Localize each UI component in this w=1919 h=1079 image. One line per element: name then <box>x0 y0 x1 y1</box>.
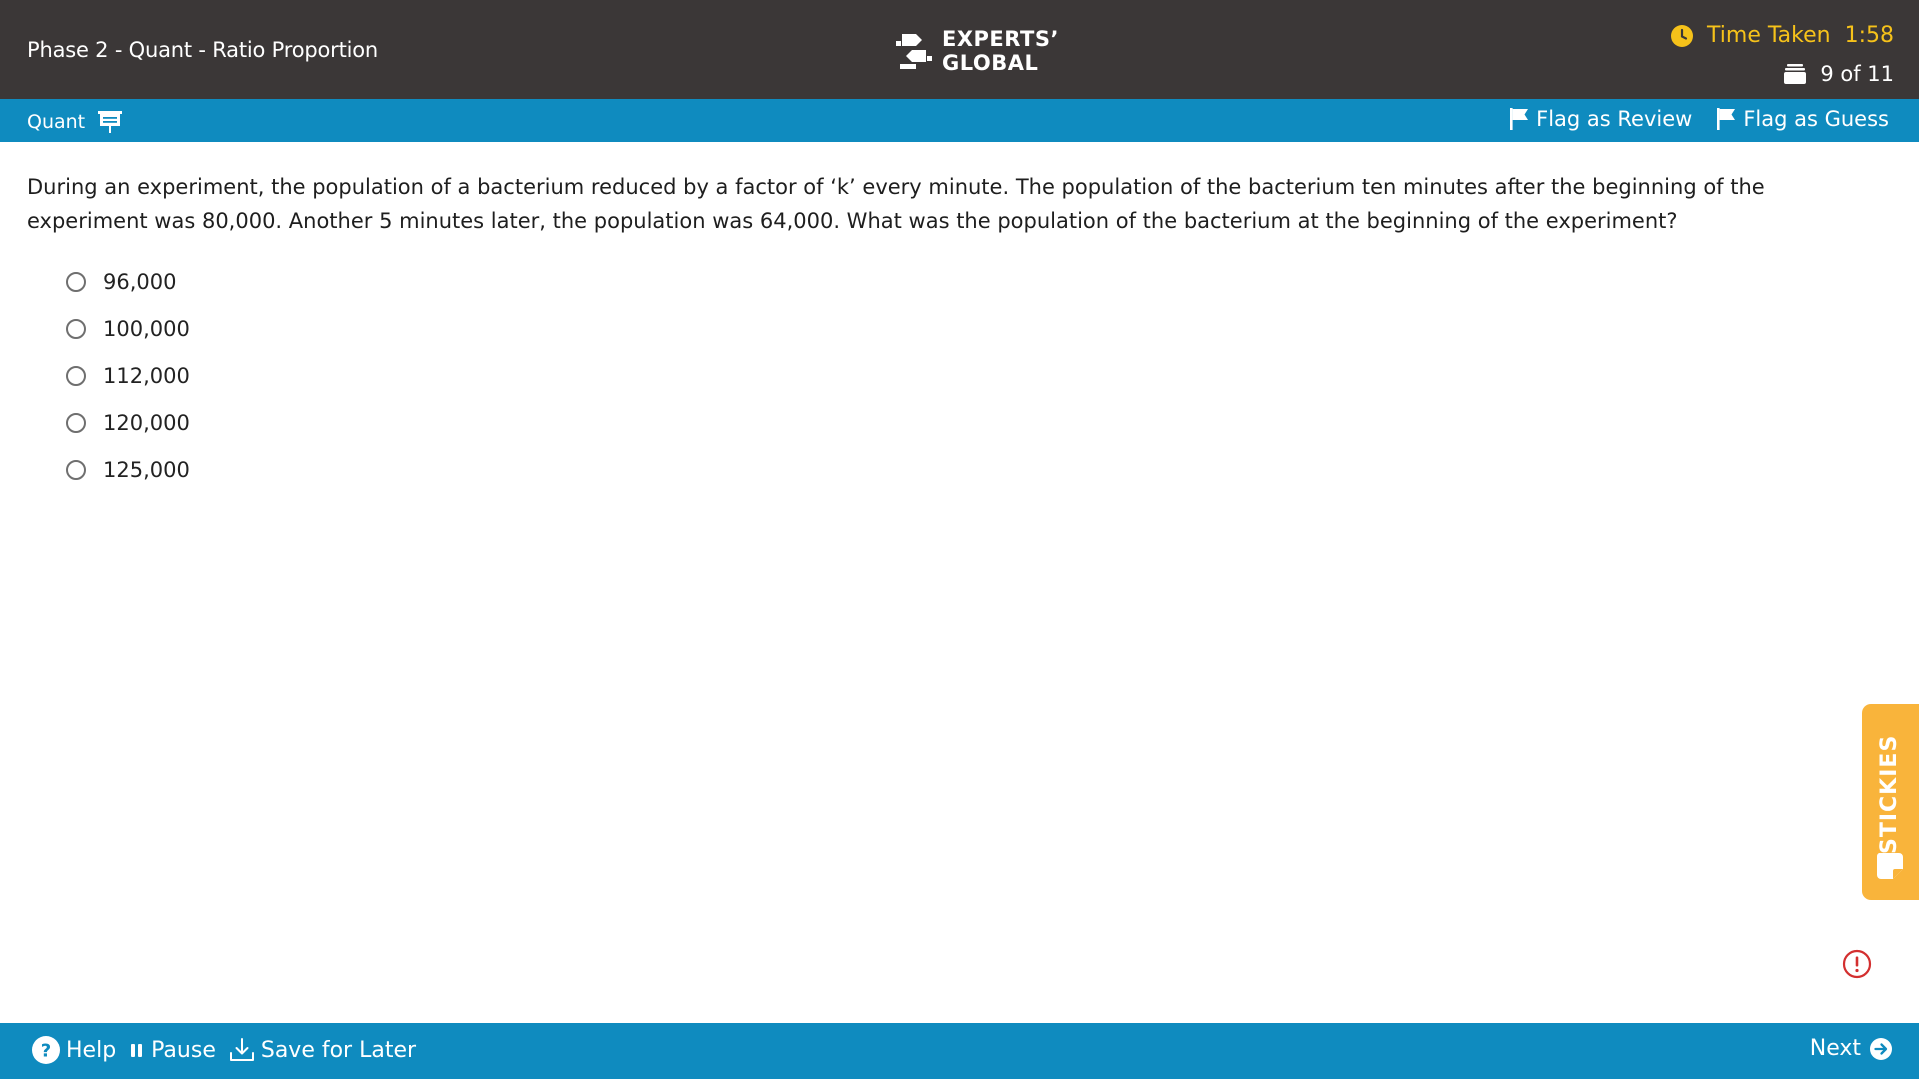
clock-icon <box>1671 24 1694 47</box>
flag-as-review-button[interactable]: Flag as Review <box>1510 107 1692 131</box>
logo-line-2: GLOBAL <box>942 51 1039 75</box>
option-label: 96,000 <box>103 269 177 294</box>
option-label: 125,000 <box>103 457 190 482</box>
experts-global-logo: EXPERTS’ GLOBAL <box>896 27 1059 75</box>
svg-text:?: ? <box>41 1041 51 1062</box>
radio-button[interactable] <box>66 412 86 433</box>
radio-button[interactable] <box>66 365 86 386</box>
top-bar: Phase 2 - Quant - Ratio Proportion EXPER… <box>0 0 1919 99</box>
footer-actions: ? Help Pause Save for Later <box>32 1036 416 1064</box>
save-for-later-button[interactable]: Save for Later <box>229 1037 416 1063</box>
answer-option[interactable]: 125,000 <box>66 446 190 493</box>
section-name: Quant <box>27 111 86 133</box>
answer-option[interactable]: 120,000 <box>66 399 190 446</box>
flag-icon <box>1510 108 1529 130</box>
logo-text: EXPERTS’ GLOBAL <box>942 27 1059 75</box>
flag-as-review-label: Flag as Review <box>1536 107 1693 131</box>
sticky-note-icon <box>1876 853 1903 879</box>
logo-line-1: EXPERTS’ <box>942 27 1059 51</box>
answer-options: 96,000 100,000 112,000 120,000 125,000 <box>66 258 190 493</box>
alert-circle-icon <box>1842 949 1872 979</box>
flag-as-guess-button[interactable]: Flag as Guess <box>1717 107 1889 131</box>
progress-text: 9 of 11 <box>1820 62 1894 86</box>
help-circle-icon: ? <box>32 1036 60 1064</box>
option-label: 112,000 <box>103 363 190 388</box>
answer-option[interactable]: 112,000 <box>66 352 190 399</box>
section-bar: Quant Flag as Review Flag as Guess <box>0 99 1919 142</box>
next-button[interactable]: Next <box>1810 1036 1892 1061</box>
time-taken: Time Taken 1:58 <box>1671 23 1894 48</box>
save-for-later-label: Save for Later <box>260 1037 417 1063</box>
help-label: Help <box>66 1037 117 1063</box>
stickies-label: STICKIES <box>1877 734 1902 854</box>
pause-button[interactable]: Pause <box>129 1038 216 1063</box>
timer-value: 1:58 <box>1844 23 1894 48</box>
option-label: 100,000 <box>103 316 190 341</box>
section-label: Quant <box>27 110 123 134</box>
radio-button[interactable] <box>66 318 86 339</box>
answer-option[interactable]: 96,000 <box>66 258 190 305</box>
download-icon <box>229 1038 254 1061</box>
stickies-tab[interactable]: STICKIES <box>1862 704 1919 900</box>
radio-button[interactable] <box>66 271 86 292</box>
help-button[interactable]: ? Help <box>32 1036 116 1064</box>
pause-icon <box>131 1044 143 1057</box>
option-label: 120,000 <box>103 410 190 435</box>
page-title: Phase 2 - Quant - Ratio Proportion <box>27 38 378 62</box>
presentation-board-icon[interactable] <box>98 110 123 134</box>
pause-label: Pause <box>151 1037 216 1063</box>
radio-button[interactable] <box>66 459 86 480</box>
flag-buttons: Flag as Review Flag as Guess <box>1510 107 1889 131</box>
question-stack-icon <box>1784 64 1807 84</box>
question-text: During an experiment, the population of … <box>27 175 1765 233</box>
answer-option[interactable]: 100,000 <box>66 305 190 352</box>
next-label: Next <box>1809 1036 1861 1061</box>
flag-icon <box>1717 108 1736 130</box>
timer-label: Time Taken <box>1707 23 1831 48</box>
footer-bar: ? Help Pause Save for Later Next <box>0 1023 1919 1079</box>
arrow-right-circle-icon <box>1870 1037 1892 1060</box>
logo-mark-icon <box>896 34 932 69</box>
report-issue-button[interactable] <box>1842 949 1872 983</box>
flag-as-guess-label: Flag as Guess <box>1743 107 1889 131</box>
question-progress: 9 of 11 <box>1784 62 1894 86</box>
